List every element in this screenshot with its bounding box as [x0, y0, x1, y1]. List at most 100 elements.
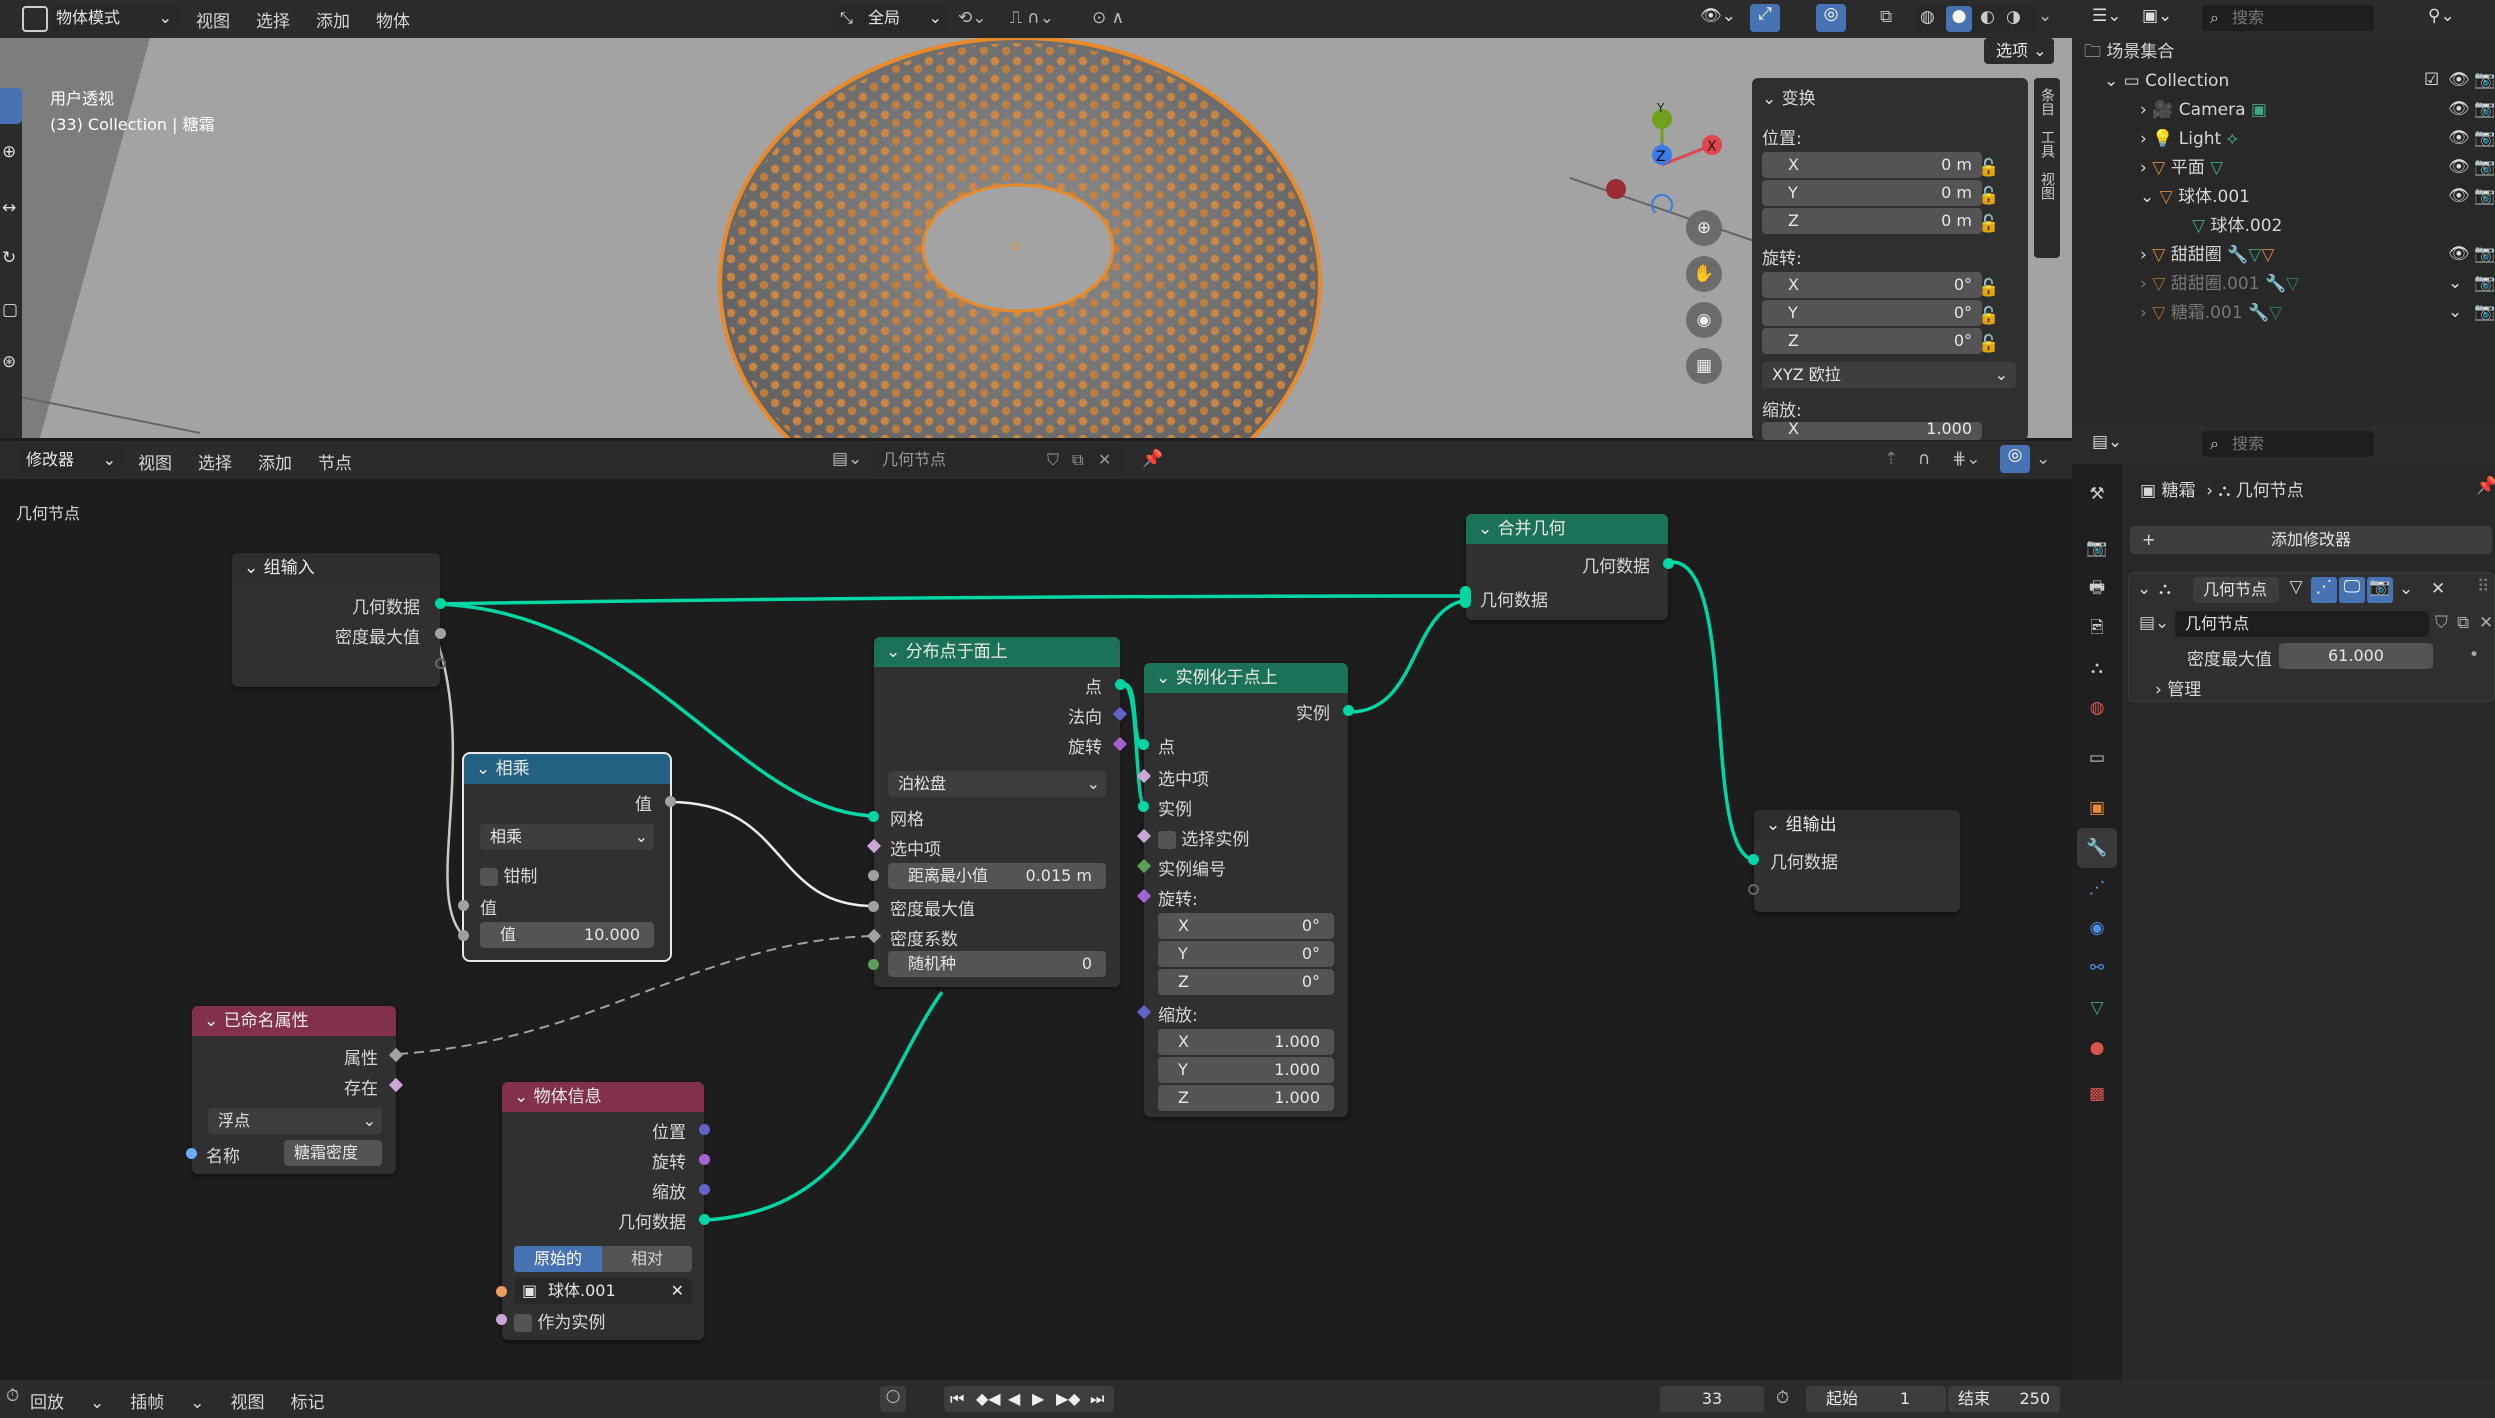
- render-toggle-icon[interactable]: 📷: [2367, 577, 2393, 603]
- rotation-out-socket[interactable]: [699, 1154, 710, 1165]
- navigation-gizmo[interactable]: X Y Z: [1590, 93, 1730, 213]
- multiply-node[interactable]: ⌄ 相乘 值 相乘 ⌄ 钳制 值 值 10.000: [458, 752, 676, 962]
- join-geometry-node[interactable]: ⌄ 合并几何 几何数据 几何数据: [1460, 514, 1674, 620]
- clamp-checkbox[interactable]: 钳制: [480, 862, 537, 887]
- duplicate-icon[interactable]: ⧉: [1072, 447, 1083, 473]
- prev-keyframe-icon[interactable]: ◆◀: [976, 1386, 1001, 1412]
- fake-user-icon[interactable]: ⛉: [1047, 447, 1059, 473]
- object-tab-icon[interactable]: ▣: [2077, 788, 2117, 828]
- scale-y-field[interactable]: Y 1.000: [1158, 1057, 1334, 1083]
- points-in-socket[interactable]: [1138, 739, 1149, 750]
- close-icon[interactable]: ✕: [1098, 447, 1111, 473]
- node-header[interactable]: ⌄ 组输出: [1754, 810, 1960, 840]
- node-tree-select-icon[interactable]: ▤⌄: [2139, 613, 2169, 633]
- outliner-item-light[interactable]: › 💡 Light ⟡: [2140, 125, 2238, 154]
- instances-out-socket[interactable]: [1343, 705, 1354, 716]
- scale-x-field[interactable]: X 1.000: [1158, 1029, 1334, 1055]
- node-tree-icon[interactable]: ▤⌄: [832, 449, 862, 469]
- render-tab-icon[interactable]: 📷: [2077, 528, 2117, 568]
- rotation-x-field[interactable]: X 0°: [1158, 913, 1334, 939]
- int-socket[interactable]: [868, 959, 879, 970]
- outliner-editor-icon[interactable]: ☰⌄: [2092, 6, 2121, 26]
- as-instance-checkbox[interactable]: 作为实例: [514, 1308, 605, 1333]
- pick-instance-checkbox[interactable]: 选择实例: [1136, 825, 1249, 850]
- menu-select[interactable]: 选择: [256, 7, 290, 32]
- distance-min-field[interactable]: 距离最小值 0.015 m: [888, 863, 1106, 889]
- overlay-options-icon[interactable]: ⌄: [2036, 449, 2050, 469]
- parent-tree-icon[interactable]: ⇡: [1884, 449, 1898, 469]
- outliner-item-donut[interactable]: › ▽ 甜甜圈 🔧▽▽: [2140, 241, 2274, 270]
- vector-out-socket[interactable]: [699, 1124, 710, 1135]
- node-menu-add[interactable]: 添加: [258, 449, 292, 474]
- end-frame-field[interactable]: 结束 250: [1948, 1386, 2060, 1412]
- world-tab-icon[interactable]: ◍: [2077, 688, 2117, 728]
- group-input-node[interactable]: ⌄ 组输入 几何数据 密度最大值: [232, 553, 446, 687]
- pin-icon[interactable]: 📌: [2476, 476, 2495, 496]
- operation-select[interactable]: 相乘 ⌄: [480, 824, 654, 850]
- play-icon[interactable]: ▶: [1032, 1386, 1044, 1412]
- manage-subpanel[interactable]: › 管理: [2155, 675, 2201, 700]
- empty-socket[interactable]: [1748, 884, 1759, 895]
- geometry-out-socket[interactable]: [699, 1214, 710, 1225]
- view-layer-tab-icon[interactable]: 🖻: [2077, 608, 2117, 648]
- close-icon[interactable]: ✕: [2431, 579, 2445, 599]
- physics-tab-icon[interactable]: ◉: [2077, 908, 2117, 948]
- output-tab-icon[interactable]: 🖶: [2077, 568, 2117, 608]
- jump-start-icon[interactable]: ⏮: [950, 1386, 964, 1412]
- wireframe-icon[interactable]: ◍: [1920, 7, 1935, 27]
- outliner-item-donut001[interactable]: › ▽ 甜甜圈.001 🔧▽: [2140, 270, 2299, 299]
- object-field[interactable]: ▣ 球体.001 ✕: [514, 1278, 692, 1304]
- xray-icon[interactable]: ⧉: [1880, 7, 1892, 27]
- group-output-node[interactable]: ⌄ 组输出 几何数据: [1748, 810, 1960, 912]
- add-modifier-button[interactable]: + 添加修改器: [2130, 526, 2492, 554]
- filter-icon[interactable]: ⚲⌄: [2428, 6, 2455, 26]
- proportional-edit-icon[interactable]: ⊙ ∧: [1092, 8, 1124, 28]
- scene-tab-icon[interactable]: ⛬: [2077, 648, 2117, 688]
- tab-item[interactable]: 条目: [2038, 88, 2056, 116]
- node-header[interactable]: ⌄ 已命名属性: [192, 1006, 396, 1036]
- keyframe-dot-icon[interactable]: •: [2469, 645, 2479, 665]
- cage-toggle-icon[interactable]: ⋰: [2311, 577, 2337, 603]
- zoom-icon[interactable]: ⊕: [1686, 210, 1722, 246]
- object-socket[interactable]: [496, 1286, 507, 1297]
- string-socket[interactable]: [186, 1148, 197, 1159]
- properties-editor-icon[interactable]: ▤⌄: [2092, 432, 2122, 452]
- snap-icon[interactable]: ⎍ ∩⌄: [1010, 8, 1054, 28]
- vector-out-socket[interactable]: [699, 1184, 710, 1195]
- data-tab-icon[interactable]: ▽: [2077, 988, 2117, 1028]
- properties-search[interactable]: ⌕ 搜索: [2202, 431, 2374, 457]
- next-keyframe-icon[interactable]: ▶◆: [1056, 1386, 1081, 1412]
- pin-icon[interactable]: 📌: [1142, 449, 1163, 469]
- rotation-y-field[interactable]: Y 0°: [1158, 941, 1334, 967]
- orientation-select[interactable]: ⤡ 全局 ⌄: [832, 5, 948, 31]
- material-tab-icon[interactable]: ●: [2077, 1028, 2117, 1068]
- float-socket[interactable]: [868, 870, 879, 881]
- instance-in-socket[interactable]: [1138, 801, 1149, 812]
- duplicate-icon[interactable]: ⧉: [2457, 613, 2469, 633]
- node-header[interactable]: ⌄ 物体信息: [502, 1082, 704, 1112]
- menu-add[interactable]: 添加: [316, 7, 350, 32]
- outliner-item-sphere001[interactable]: ⌄ ▽ 球体.001: [2140, 183, 2250, 212]
- rotation-x-field[interactable]: X 0°: [1762, 272, 1982, 298]
- jump-end-icon[interactable]: ⏭: [1090, 1386, 1104, 1412]
- rotation-z-field[interactable]: Z 0°: [1762, 328, 1982, 354]
- node-menu-select[interactable]: 选择: [198, 449, 232, 474]
- float-socket[interactable]: [435, 628, 446, 639]
- transform-tool-icon[interactable]: ⊛: [2, 352, 16, 372]
- marker-menu[interactable]: 标记: [291, 1388, 325, 1413]
- node-tree-field[interactable]: 几何节点 ⛉ ⧉ ✕: [872, 447, 1122, 473]
- modifier-name-field[interactable]: 几何节点: [2193, 577, 2279, 603]
- visibility-icon[interactable]: 👁⌄: [1700, 6, 1736, 26]
- playback-menu[interactable]: 回放 ⌄: [30, 1388, 104, 1413]
- density-max-socket[interactable]: [868, 901, 879, 912]
- rotation-mode-select[interactable]: XYZ 欧拉 ⌄: [1762, 362, 2016, 388]
- close-icon[interactable]: ✕: [671, 1278, 684, 1304]
- original-option[interactable]: 原始的: [514, 1246, 602, 1272]
- menu-view[interactable]: 视图: [196, 7, 230, 32]
- node-header[interactable]: ⌄ 分布点于面上: [874, 637, 1120, 667]
- pivot-icon[interactable]: ⟲⌄: [958, 8, 987, 28]
- rotation-z-field[interactable]: Z 0°: [1158, 969, 1334, 995]
- instance-on-points-node[interactable]: ⌄ 实例化于点上 实例 点 选中项 实例 选择实例 实例编号 旋转: X 0° Y…: [1136, 663, 1354, 1117]
- name-field[interactable]: 糖霜密度: [284, 1140, 382, 1166]
- start-frame-field[interactable]: 起始 1: [1806, 1386, 1946, 1412]
